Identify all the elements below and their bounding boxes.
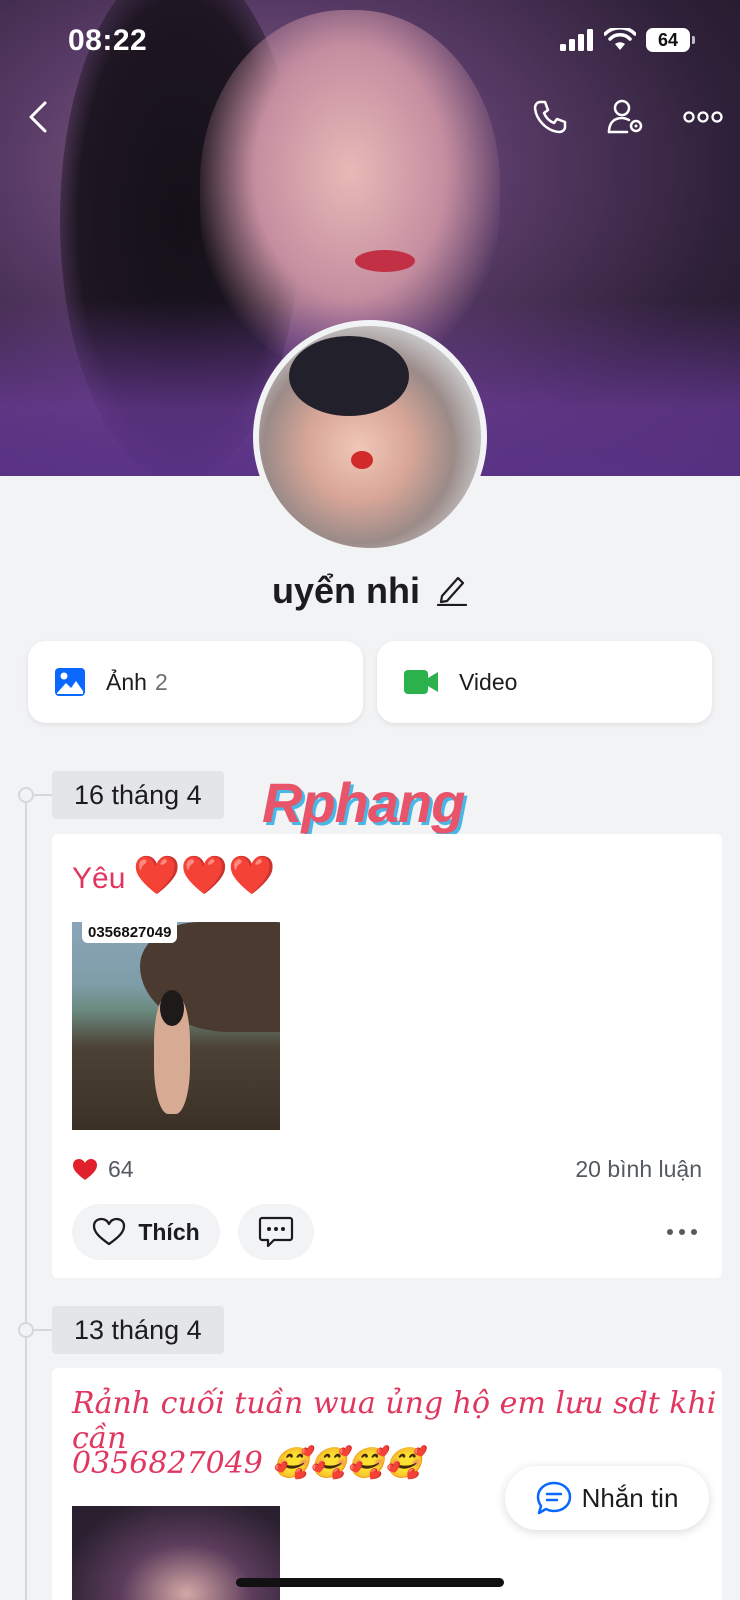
photos-label: Ảnh 2 [106, 668, 168, 695]
timeline-tick [34, 1329, 52, 1331]
post-text-line2: 0356827049 🥰🥰🥰🥰 [72, 1446, 422, 1481]
post-date: 13 tháng 4 [52, 1306, 224, 1354]
watermark: Rphang [262, 771, 465, 834]
post-stats: 64 20 bình luận [72, 1156, 702, 1183]
video-label: Video [459, 668, 518, 695]
user-settings-icon [607, 99, 643, 134]
photo-phone-tag: 0356827049 [82, 922, 178, 943]
profile-name-row: uyển nhi [0, 570, 740, 612]
photo-icon [55, 668, 85, 696]
post-date: 16 tháng 4 [52, 771, 224, 819]
avatar[interactable] [253, 320, 487, 554]
post-text: Yêu ❤️❤️❤️ [72, 855, 276, 897]
edit-icon [436, 576, 468, 606]
like-button[interactable]: Thích [72, 1204, 220, 1260]
wifi-icon [604, 28, 636, 50]
back-icon [29, 101, 47, 133]
more-icon [683, 111, 723, 123]
edit-name-button[interactable] [436, 572, 468, 611]
timeline-tick [34, 794, 52, 796]
avatar-hair [289, 336, 409, 416]
timeline-line [25, 795, 27, 1600]
status-bar: 08:22 64 [0, 0, 740, 84]
photos-button[interactable]: Ảnh 2 [28, 641, 363, 723]
home-indicator[interactable] [236, 1578, 504, 1587]
video-button[interactable]: Video [377, 641, 712, 723]
post-photo[interactable]: 0356827049 [72, 922, 280, 1130]
timeline-dot [18, 787, 34, 803]
post-more-button[interactable] [662, 1220, 702, 1244]
like-label: Thích [138, 1218, 200, 1245]
message-button[interactable]: Nhắn tin [505, 1466, 709, 1530]
profile-settings-button[interactable] [604, 95, 648, 139]
comment-icon [258, 1216, 294, 1248]
phone-icon [533, 100, 567, 134]
more-options-button[interactable] [680, 95, 726, 139]
call-button[interactable] [528, 95, 572, 139]
timeline-dot [18, 1322, 34, 1338]
heart-outline-icon [93, 1217, 126, 1246]
video-icon [404, 670, 438, 694]
profile-name: uyển nhi [271, 570, 420, 611]
heart-icon [73, 1158, 97, 1180]
comment-button[interactable] [238, 1204, 314, 1260]
status-icons: 64 [560, 28, 695, 52]
battery-indicator: 64 [646, 28, 695, 52]
back-button[interactable] [16, 95, 60, 139]
comments-count[interactable]: 20 bình luận [575, 1156, 702, 1183]
signal-icon [560, 29, 593, 51]
cover-lips [355, 250, 415, 272]
post-hearts: ❤️❤️❤️ [133, 855, 276, 897]
photos-count: 2 [154, 668, 168, 695]
photo-person-hair [160, 990, 184, 1026]
message-label: Nhắn tin [581, 1482, 679, 1513]
status-time: 08:22 [68, 24, 148, 57]
post-card[interactable]: Yêu ❤️❤️❤️ 0356827049 64 20 bình luận Thí… [52, 834, 722, 1278]
more-dots-icon [667, 1229, 697, 1235]
avatar-lips [351, 451, 373, 469]
likes-count[interactable]: 64 [72, 1156, 134, 1183]
message-icon [536, 1481, 571, 1515]
